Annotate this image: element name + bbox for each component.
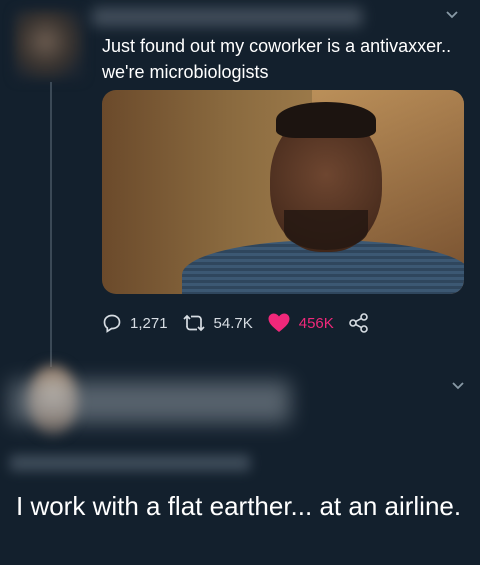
original-tweet[interactable]: Just found out my coworker is a antivaxx… <box>0 0 480 367</box>
avatar[interactable] <box>14 10 84 80</box>
reply-text: I work with a flat earther... at an airl… <box>16 491 462 521</box>
reply-count: 1,271 <box>130 314 168 332</box>
retweet-icon <box>182 314 205 332</box>
tweet-text: Just found out my coworker is a antivaxx… <box>102 36 452 82</box>
retweet-count: 54.7K <box>213 314 253 332</box>
retweet-button[interactable]: 54.7K <box>182 313 253 333</box>
blurred-username <box>92 8 362 26</box>
reply-tweet[interactable]: I work with a flat earther... at an airl… <box>0 355 480 565</box>
share-icon <box>348 313 368 333</box>
blurred-reply-username <box>10 381 290 423</box>
tweet-media-image[interactable] <box>102 90 464 294</box>
share-button[interactable] <box>348 313 378 333</box>
reply-chevron-down-icon[interactable] <box>450 377 466 393</box>
reply-button[interactable]: 1,271 <box>102 313 168 333</box>
blurred-reply-handle <box>10 455 250 471</box>
heart-icon <box>268 313 290 332</box>
thread-connector-line <box>50 82 52 367</box>
like-button[interactable]: 456K <box>267 312 334 334</box>
reply-icon <box>103 314 121 333</box>
chevron-down-icon[interactable] <box>444 6 460 22</box>
like-count: 456K <box>298 314 334 332</box>
media-hair <box>276 102 376 138</box>
tweet-actions: 1,271 54.7K 456K <box>102 312 392 334</box>
media-beard <box>284 210 368 250</box>
